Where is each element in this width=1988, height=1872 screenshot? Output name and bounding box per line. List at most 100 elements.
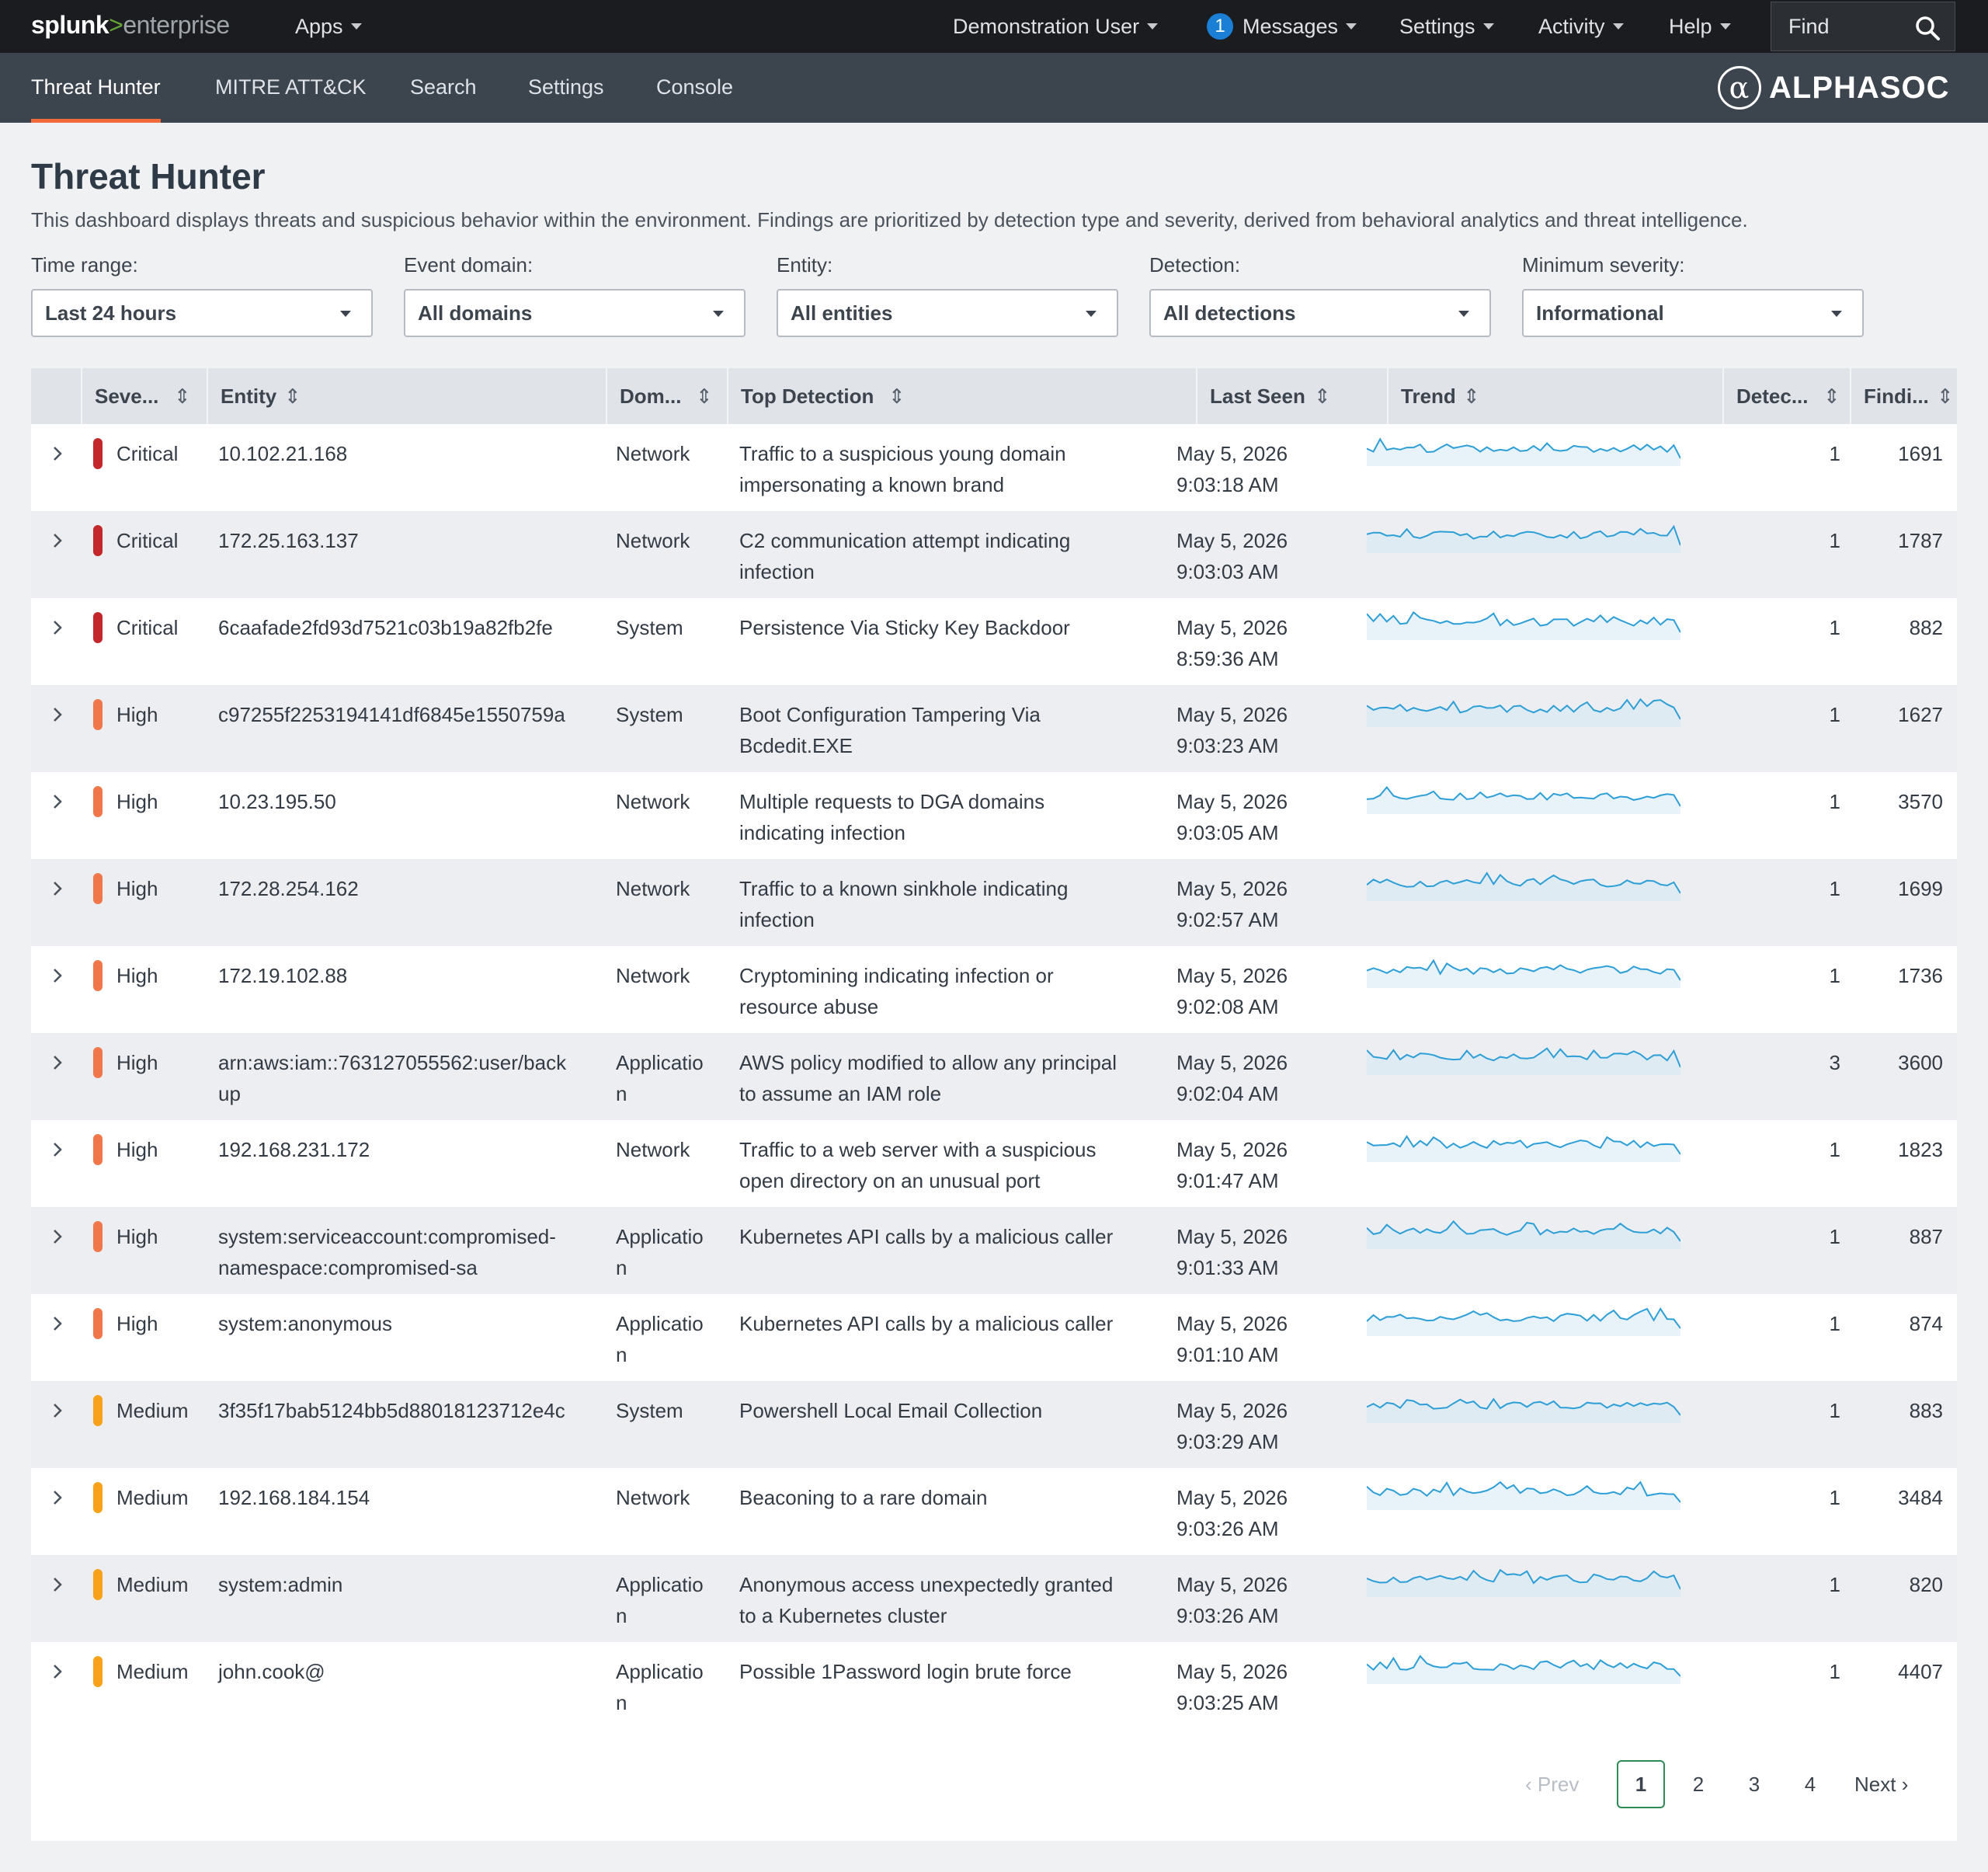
detection-cell[interactable]: Kubernetes API calls by a malicious call… (739, 1308, 1197, 1339)
table-row[interactable]: High c97255f2253194141df6845e1550759a Sy… (31, 685, 1957, 772)
detection-cell[interactable]: Powershell Local Email Collection (739, 1395, 1197, 1426)
column-header-trend[interactable]: Trend ⇕ (1387, 368, 1722, 424)
chevron-right-icon[interactable] (48, 612, 67, 643)
chevron-right-icon[interactable] (48, 1047, 67, 1078)
detection-cell[interactable]: Cryptomining indicating infection or reso… (739, 960, 1197, 1022)
sort-icon[interactable]: ⇕ (1463, 368, 1480, 424)
table-row[interactable]: High 172.28.254.162 Network Traffic to a… (31, 859, 1957, 946)
page-button-4[interactable]: 4 (1786, 1760, 1834, 1808)
tab-mitre-attack[interactable]: MITRE ATT&CK (215, 53, 367, 123)
sort-icon[interactable]: ⇕ (1314, 368, 1331, 424)
chevron-right-icon[interactable] (48, 525, 67, 556)
table-row[interactable]: High 10.23.195.50 Network Multiple reque… (31, 772, 1957, 859)
table-row[interactable]: High arn:aws:iam::763127055562:user/back… (31, 1033, 1957, 1120)
time-range-dropdown[interactable]: Last 24 hours (31, 289, 373, 337)
detection-cell[interactable]: Possible 1Password login brute force (739, 1656, 1197, 1687)
splunk-logo[interactable]: splunk>enterprise (31, 11, 230, 40)
tab-console[interactable]: Console (656, 53, 733, 123)
entity-cell[interactable]: 10.102.21.168 (218, 438, 606, 469)
entity-cell[interactable]: 172.25.163.137 (218, 525, 606, 556)
chevron-right-icon[interactable] (48, 438, 67, 469)
detection-cell[interactable]: C2 communication attempt indicating infec… (739, 525, 1197, 587)
column-header-severity[interactable]: Seve... ⇕ (81, 368, 207, 424)
entity-cell[interactable]: john.cook@ (218, 1656, 606, 1687)
chevron-right-icon[interactable] (48, 1395, 67, 1426)
detection-cell[interactable]: Multiple requests to DGA domains indicati… (739, 786, 1197, 848)
detection-cell[interactable]: AWS policy modified to allow any princip… (739, 1047, 1197, 1109)
chevron-right-icon[interactable] (48, 1308, 67, 1339)
chevron-right-icon[interactable] (48, 1656, 67, 1687)
chevron-right-icon[interactable] (48, 1134, 67, 1165)
chevron-right-icon[interactable] (48, 1569, 67, 1600)
table-row[interactable]: High 192.168.231.172 Network Traffic to … (31, 1120, 1957, 1207)
sort-icon[interactable]: ⇕ (696, 368, 713, 424)
sort-icon[interactable]: ⇕ (174, 368, 191, 424)
table-row[interactable]: Critical 6caafade2fd93d7521c03b19a82fb2f… (31, 598, 1957, 685)
entity-cell[interactable]: 6caafade2fd93d7521c03b19a82fb2fe (218, 612, 606, 643)
sort-icon[interactable]: ⇕ (1937, 368, 1954, 424)
search-icon[interactable] (1914, 15, 1941, 41)
table-row[interactable]: Medium system:admin Applicatio n Anonymou… (31, 1555, 1957, 1642)
sort-icon[interactable]: ⇕ (284, 368, 301, 424)
activity-menu[interactable]: Activity (1538, 0, 1624, 53)
tab-search[interactable]: Search (410, 53, 477, 123)
table-row[interactable]: Critical 172.25.163.137 Network C2 commu… (31, 511, 1957, 598)
minimum-severity-dropdown[interactable]: Informational (1522, 289, 1864, 337)
entity-cell[interactable]: 192.168.184.154 (218, 1482, 606, 1513)
detection-cell[interactable]: Traffic to a known sinkhole indicating in… (739, 873, 1197, 935)
chevron-right-icon[interactable] (48, 699, 67, 730)
chevron-right-icon[interactable] (48, 960, 67, 991)
apps-menu[interactable]: Apps (295, 0, 362, 53)
column-header-findings[interactable]: Findi... ⇕ (1850, 368, 1957, 424)
messages-menu[interactable]: 1 Messages (1207, 0, 1357, 53)
chevron-right-icon[interactable] (48, 1221, 67, 1252)
tab-threat-hunter[interactable]: Threat Hunter (31, 53, 161, 123)
help-menu[interactable]: Help (1669, 0, 1731, 53)
detection-cell[interactable]: Anonymous access unexpectedly granted to … (739, 1569, 1197, 1631)
entity-cell[interactable]: system:serviceaccount:compromised-namesp… (218, 1221, 606, 1283)
entity-cell[interactable]: 10.23.195.50 (218, 786, 606, 817)
detection-cell[interactable]: Beaconing to a rare domain (739, 1482, 1197, 1513)
chevron-right-icon[interactable] (48, 1482, 67, 1513)
user-menu[interactable]: Demonstration User (953, 0, 1159, 53)
entity-cell[interactable]: system:admin (218, 1569, 606, 1600)
table-row[interactable]: Medium 3f35f17bab5124bb5d88018123712e4c … (31, 1381, 1957, 1468)
chevron-right-icon[interactable] (48, 786, 67, 817)
table-row[interactable]: Medium 192.168.184.154 Network Beaconing… (31, 1468, 1957, 1555)
next-page-button[interactable]: Next › (1854, 1760, 1908, 1808)
page-button-3[interactable]: 3 (1730, 1760, 1778, 1808)
entity-cell[interactable]: system:anonymous (218, 1308, 606, 1339)
detection-cell[interactable]: Boot Configuration Tampering Via Bcdedit.… (739, 699, 1197, 761)
detection-cell[interactable]: Traffic to a suspicious young domain impe… (739, 438, 1197, 500)
entity-cell[interactable]: 172.28.254.162 (218, 873, 606, 904)
column-header-last-seen[interactable]: Last Seen ⇕ (1196, 368, 1387, 424)
sort-icon[interactable]: ⇕ (888, 368, 905, 424)
table-row[interactable]: High 172.19.102.88 Network Cryptomining … (31, 946, 1957, 1033)
entity-cell[interactable]: c97255f2253194141df6845e1550759a (218, 699, 606, 730)
table-row[interactable]: Medium john.cook@ Applicatio n Possible 1… (31, 1642, 1957, 1729)
prev-page-button[interactable]: ‹ Prev (1525, 1760, 1579, 1808)
detection-cell[interactable]: Kubernetes API calls by a malicious call… (739, 1221, 1197, 1252)
detection-dropdown[interactable]: All detections (1149, 289, 1491, 337)
entity-cell[interactable]: arn:aws:iam::763127055562:user/back up (218, 1047, 606, 1109)
find-input[interactable]: Find (1771, 2, 1955, 51)
page-button-1[interactable]: 1 (1617, 1760, 1665, 1808)
event-domain-dropdown[interactable]: All domains (404, 289, 746, 337)
settings-menu[interactable]: Settings (1399, 0, 1494, 53)
table-row[interactable]: Critical 10.102.21.168 Network Traffic t… (31, 424, 1957, 511)
table-row[interactable]: High system:anonymous Applicatio n Kubern… (31, 1294, 1957, 1381)
tab-settings[interactable]: Settings (528, 53, 604, 123)
detection-cell[interactable]: Persistence Via Sticky Key Backdoor (739, 612, 1197, 643)
table-row[interactable]: High system:serviceaccount:compromised-n… (31, 1207, 1957, 1294)
detection-cell[interactable]: Traffic to a web server with a suspiciou… (739, 1134, 1197, 1196)
column-header-entity[interactable]: Entity ⇕ (207, 368, 606, 424)
sort-icon[interactable]: ⇕ (1823, 368, 1840, 424)
entity-cell[interactable]: 3f35f17bab5124bb5d88018123712e4c (218, 1395, 606, 1426)
page-button-2[interactable]: 2 (1674, 1760, 1722, 1808)
column-header-detections[interactable]: Detec... ⇕ (1722, 368, 1850, 424)
column-header-domain[interactable]: Dom... ⇕ (606, 368, 727, 424)
entity-cell[interactable]: 192.168.231.172 (218, 1134, 606, 1165)
column-header-top-detection[interactable]: Top Detection ⇕ (727, 368, 1196, 424)
entity-cell[interactable]: 172.19.102.88 (218, 960, 606, 991)
entity-dropdown[interactable]: All entities (777, 289, 1118, 337)
